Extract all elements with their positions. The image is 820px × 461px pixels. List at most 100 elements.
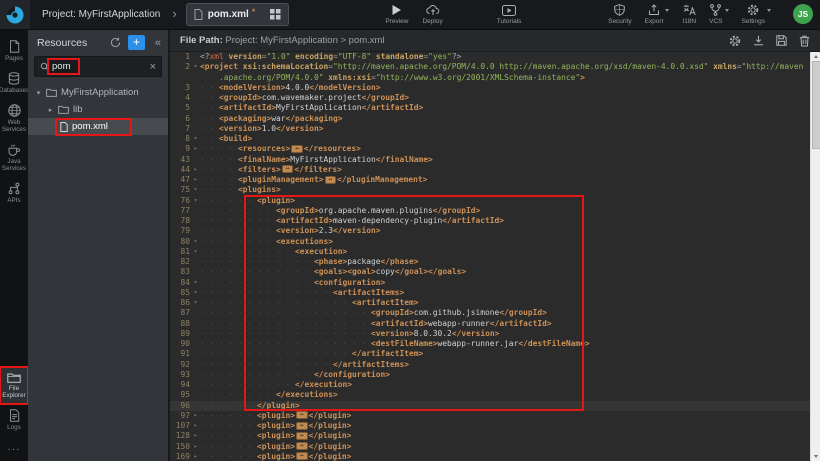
code-line[interactable]: 6· · <packaging>war</packaging> [170,114,820,124]
code-line[interactable]: 90· · · · · · · · · · · · · · · · · · <d… [170,339,820,349]
sidebar-item-pages[interactable]: Pages [0,35,28,67]
code-line[interactable]: 85▾· · · · · · · · · · · · · · <artifact… [170,288,820,298]
code-line[interactable]: 82· · · · · · · · · · · · <phase>package… [170,257,820,267]
collapse-panel-button[interactable]: « [152,37,164,49]
code-line[interactable]: 8▾· · <build> [170,134,820,144]
download-icon[interactable] [753,35,764,46]
code-line[interactable]: 88· · · · · · · · · · · · · · · · · · <a… [170,319,820,329]
save-icon[interactable] [776,35,787,46]
code-line[interactable]: 96· · · · · · </plugin> [170,401,820,411]
sidebar-item-web-services[interactable]: Web Services [0,99,28,138]
scroll-down-arrow-icon[interactable] [811,452,820,461]
fold-marker-icon[interactable]: ▸ [191,144,200,154]
folded-code-widget[interactable]: ↔ [291,145,303,153]
tree-item-myfirstapplication[interactable]: ▾ MyFirstApplication [28,84,168,101]
fold-marker-icon[interactable]: ▸ [191,452,200,461]
fold-marker-icon[interactable]: ▾ [191,278,200,288]
tree-item-pom-xml[interactable]: pom.xml [28,118,168,135]
code-line[interactable]: 128▸· · · · · · <plugin>↔</plugin> [170,431,820,441]
folded-code-widget[interactable]: ↔ [325,176,337,184]
tab-pom-xml[interactable]: pom.xml * [186,3,290,26]
fold-marker-icon[interactable]: ▾ [191,288,200,298]
fold-marker-icon[interactable]: ▸ [191,421,200,431]
caret-right-icon[interactable]: ▸ [47,106,54,114]
code-line[interactable]: 97▸· · · · · · <plugin>↔</plugin> [170,411,820,421]
code-line[interactable]: 47▸· · · · <pluginManagement>↔</pluginMa… [170,175,820,185]
refresh-icon[interactable] [110,37,121,48]
fold-marker-icon[interactable]: ▸ [191,431,200,441]
code-line[interactable]: 79· · · · · · · · <version>2.3</version> [170,226,820,236]
export-button[interactable]: Export [645,4,664,25]
fold-marker-icon[interactable]: ▸ [191,165,200,175]
folded-code-widget[interactable]: ↔ [282,165,294,173]
code-line[interactable]: 5· · <artifactId>MyFirstApplication</art… [170,103,820,113]
code-line[interactable]: 7· · <version>1.0</version> [170,124,820,134]
fold-marker-icon[interactable]: ▾ [191,247,200,257]
clear-search-icon[interactable]: × [150,61,156,73]
fold-marker-icon[interactable]: ▾ [191,62,200,72]
folded-code-widget[interactable]: ↔ [296,422,308,430]
code-line[interactable]: 77· · · · · · · · <groupId>org.apache.ma… [170,206,820,216]
search-input[interactable]: pom × [34,56,162,77]
code-line[interactable]: 89· · · · · · · · · · · · · · · · · · <v… [170,329,820,339]
folded-code-widget[interactable]: ↔ [296,432,308,440]
code-line[interactable]: 75▾· · · · <plugins> [170,185,820,195]
sidebar-item-java-services[interactable]: Java Services [0,138,28,177]
scroll-up-arrow-icon[interactable] [811,52,820,61]
tree-item-lib[interactable]: ▸ lib [28,101,168,118]
code-line[interactable]: 107▸· · · · · · <plugin>↔</plugin> [170,421,820,431]
fold-marker-icon[interactable]: ▾ [191,298,200,308]
code-line[interactable]: 83· · · · · · · · · · · · <goals><goal>c… [170,267,820,277]
code-line[interactable]: 84▾· · · · · · · · · · · · <configuratio… [170,278,820,288]
deploy-button[interactable]: Deploy [422,4,442,25]
code-line[interactable]: 93· · · · · · · · · · · · </configuratio… [170,370,820,380]
code-line[interactable]: 87· · · · · · · · · · · · · · · · · · <g… [170,308,820,318]
settings-button[interactable]: Settings [742,4,766,25]
fold-marker-icon[interactable]: ▸ [191,442,200,452]
code-line[interactable]: 2▾<project xsi:schemaLocation="http://ma… [170,62,820,72]
fold-marker-icon[interactable]: ▾ [191,196,200,206]
code-line[interactable]: 78· · · · · · · · <artifactId>maven-depe… [170,216,820,226]
caret-down-icon[interactable]: ▾ [35,89,42,97]
editor-scrollbar[interactable] [810,52,820,461]
fold-marker-icon[interactable]: ▸ [191,175,200,185]
code-line[interactable]: 80▾· · · · · · · · <executions> [170,237,820,247]
code-line[interactable]: 94· · · · · · · · · · </execution> [170,380,820,390]
scrollbar-thumb[interactable] [812,61,820,149]
editor-settings-gear-icon[interactable] [729,35,741,47]
add-resource-button[interactable]: + [128,35,145,50]
fold-marker-icon[interactable]: ▾ [191,185,200,195]
i18n-button[interactable]: I18N [682,4,696,25]
code-editor[interactable]: 1<?xml version="1.0" encoding="UTF-8" st… [170,52,820,461]
preview-button[interactable]: Preview [385,4,408,25]
code-line[interactable]: .apache.org/POM/4.0.0" xmlns:xsi="http:/… [170,73,820,83]
security-button[interactable]: Security [608,4,631,25]
folded-code-widget[interactable]: ↔ [296,411,308,419]
code-line[interactable]: 9▸· · · · <resources>↔</resources> [170,144,820,154]
sidebar-item-logs[interactable]: Logs [0,404,28,436]
sidebar-item-apis[interactable]: APIs [0,177,28,209]
fold-marker-icon[interactable]: ▸ [191,411,200,421]
code-line[interactable]: 43· · · · <finalName>MyFirstApplication<… [170,155,820,165]
code-line[interactable]: 81▾· · · · · · · · · · <execution> [170,247,820,257]
code-line[interactable]: 169▸· · · · · · <plugin>↔</plugin> [170,452,820,461]
code-line[interactable]: 44▸· · · · <filters>↔</filters> [170,165,820,175]
code-line[interactable]: 91· · · · · · · · · · · · · · · · </arti… [170,349,820,359]
code-line[interactable]: 92· · · · · · · · · · · · · · </artifact… [170,360,820,370]
sidebar-item-databases[interactable]: Databases [0,67,28,99]
tutorials-button[interactable]: Tutorials [497,5,522,25]
user-avatar[interactable]: JS [793,4,813,24]
wavemaker-logo-icon[interactable] [0,0,30,29]
fold-marker-icon[interactable]: ▾ [191,237,200,247]
vcs-button[interactable]: VCS [709,4,722,25]
code-line[interactable]: 86▾· · · · · · · · · · · · · · · · <arti… [170,298,820,308]
folded-code-widget[interactable]: ↔ [296,452,308,460]
sidebar-item-file-explorer[interactable]: File Explorer [0,367,28,404]
grid-icon[interactable] [270,9,281,20]
code-line[interactable]: 150▸· · · · · · <plugin>↔</plugin> [170,442,820,452]
sidebar-more-button[interactable]: ··· [8,436,21,461]
delete-icon[interactable] [799,35,810,47]
code-line[interactable]: 76▾· · · · · · <plugin> [170,196,820,206]
code-line[interactable]: 3· · <modelVersion>4.0.0</modelVersion> [170,83,820,93]
code-line[interactable]: 1<?xml version="1.0" encoding="UTF-8" st… [170,52,820,62]
